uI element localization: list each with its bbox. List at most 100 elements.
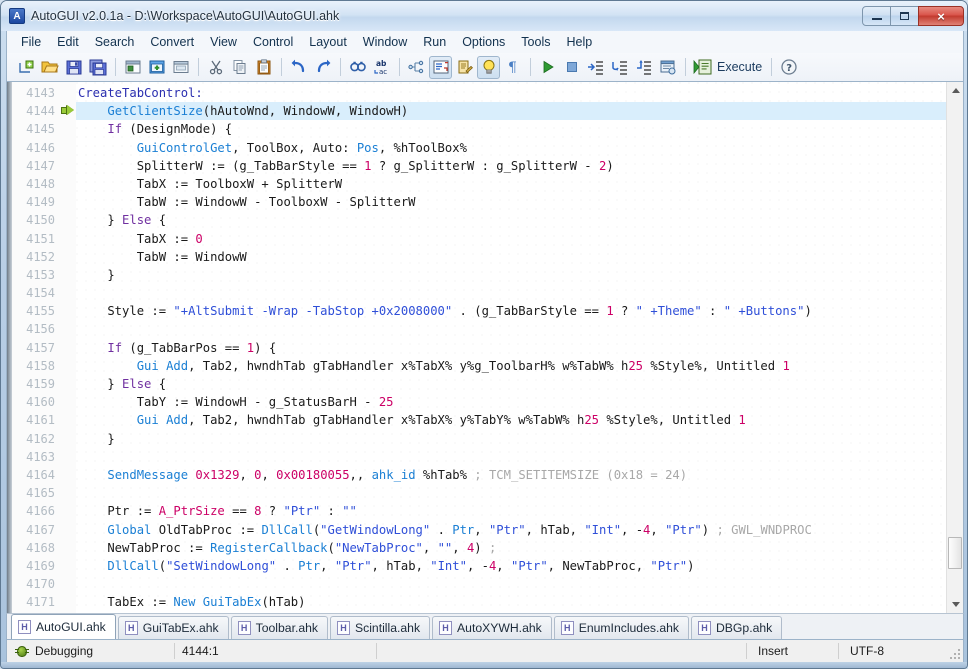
menu-item-view[interactable]: View [202,33,245,52]
marker-slot[interactable] [58,466,76,484]
current-line-marker[interactable] [58,102,76,120]
code-editor[interactable]: 4143414441454146414741484149415041514152… [6,82,964,613]
save-button[interactable] [62,56,85,79]
marker-slot[interactable] [58,175,76,193]
resize-grip[interactable] [948,647,960,659]
marker-slot[interactable] [58,120,76,138]
marker-slot[interactable] [58,557,76,575]
code-line[interactable]: Global OldTabProc := DllCall("GetWindowL… [76,521,963,539]
code-line[interactable]: } Else { [76,211,963,229]
stop-button[interactable] [560,56,583,79]
file-tab[interactable]: HGuiTabEx.ahk [118,616,229,639]
marker-slot[interactable] [58,266,76,284]
code-line[interactable]: SendMessage 0x1329, 0, 0x00180055,, ahk_… [76,466,963,484]
scroll-down-button[interactable] [947,596,964,613]
file-tab[interactable]: HScintilla.ahk [330,616,430,639]
code-text-area[interactable]: CreateTabControl: GetClientSize(hAutoWnd… [76,82,963,613]
menu-item-convert[interactable]: Convert [142,33,202,52]
show-whitespace-button[interactable]: ¶ [501,56,524,79]
marker-slot[interactable] [58,320,76,338]
marker-slot[interactable] [58,539,76,557]
code-line[interactable]: GetClientSize(hAutoWnd, WindowW, WindowH… [76,102,963,120]
code-line[interactable]: } Else { [76,375,963,393]
file-tab[interactable]: HAutoGUI.ahk [11,614,116,639]
step-into-button[interactable] [584,56,607,79]
marker-slot[interactable] [58,411,76,429]
file-tab[interactable]: HAutoXYWH.ahk [432,616,552,639]
run-button[interactable] [536,56,559,79]
close-button[interactable]: × [918,6,964,26]
marker-slot[interactable] [58,211,76,229]
code-line[interactable]: Ptr := A_PtrSize == 8 ? "Ptr" : "" [76,502,963,520]
code-line[interactable]: TabW := WindowW [76,248,963,266]
code-line[interactable]: GuiControlGet, ToolBox, Auto: Pos, %hToo… [76,139,963,157]
file-tab[interactable]: HEnumIncludes.ahk [554,616,689,639]
marker-slot[interactable] [58,393,76,411]
marker-slot[interactable] [58,302,76,320]
new-file-button[interactable] [14,56,37,79]
minimize-button[interactable] [862,6,891,26]
paste-button[interactable] [252,56,275,79]
redo-button[interactable] [311,56,334,79]
marker-slot[interactable] [58,339,76,357]
debug-window-button[interactable] [656,56,679,79]
execute-button[interactable]: Execute [693,57,766,77]
undo-button[interactable] [287,56,310,79]
save-all-button[interactable] [86,56,109,79]
marker-slot[interactable] [58,357,76,375]
step-over-button[interactable] [608,56,631,79]
menu-item-tools[interactable]: Tools [513,33,558,52]
cut-button[interactable] [204,56,227,79]
marker-slot[interactable] [58,248,76,266]
breakpoint-margin[interactable] [58,82,76,613]
menu-item-options[interactable]: Options [454,33,513,52]
code-line[interactable]: TabY := WindowH - g_StatusBarH - 25 [76,393,963,411]
code-line[interactable]: DllCall("SetWindowLong" . Ptr, "Ptr", hT… [76,557,963,575]
code-line[interactable]: Gui Add, Tab2, hwndhTab gTabHandler x%Ta… [76,357,963,375]
code-line[interactable]: TabX := ToolboxW + SplitterW [76,175,963,193]
menu-item-search[interactable]: Search [87,33,143,52]
replace-button[interactable]: ab ac [370,56,393,79]
code-line[interactable]: TabEx := New GuiTabEx(hTab) [76,593,963,611]
hint-bulb-button[interactable] [477,56,500,79]
menu-item-help[interactable]: Help [558,33,600,52]
marker-slot[interactable] [58,502,76,520]
code-line[interactable] [76,284,963,302]
code-line[interactable] [76,484,963,502]
marker-slot[interactable] [58,139,76,157]
step-out-button[interactable] [632,56,655,79]
properties-button[interactable] [429,56,452,79]
menu-item-run[interactable]: Run [415,33,454,52]
code-line[interactable]: TabX := 0 [76,230,963,248]
marker-slot[interactable] [58,484,76,502]
scroll-up-button[interactable] [947,82,964,99]
open-file-button[interactable] [38,56,61,79]
code-line[interactable] [76,575,963,593]
menu-item-edit[interactable]: Edit [49,33,87,52]
marker-slot[interactable] [58,193,76,211]
scrollbar-thumb[interactable] [948,537,962,569]
vertical-scrollbar[interactable] [946,82,963,613]
new-gui-button[interactable] [121,56,144,79]
code-line[interactable]: Style := "+AltSubmit -Wrap -TabStop +0x2… [76,302,963,320]
code-line[interactable]: SplitterW := (g_TabBarStyle == 1 ? g_Spl… [76,157,963,175]
menu-item-file[interactable]: File [13,33,49,52]
marker-slot[interactable] [58,157,76,175]
code-line[interactable]: CreateTabControl: [76,84,963,102]
marker-slot[interactable] [58,521,76,539]
marker-slot[interactable] [58,430,76,448]
marker-slot[interactable] [58,84,76,102]
code-line[interactable]: If (g_TabBarPos == 1) { [76,339,963,357]
code-line[interactable]: NewTabProc := RegisterCallback("NewTabPr… [76,539,963,557]
find-button[interactable] [346,56,369,79]
add-control-button[interactable] [145,56,168,79]
code-line[interactable]: } [76,430,963,448]
code-line[interactable]: If (DesignMode) { [76,120,963,138]
code-line[interactable] [76,448,963,466]
marker-slot[interactable] [58,448,76,466]
code-line[interactable]: TabW := WindowW - ToolboxW - SplitterW [76,193,963,211]
marker-slot[interactable] [58,230,76,248]
menu-item-control[interactable]: Control [245,33,301,52]
code-line[interactable] [76,320,963,338]
help-button[interactable]: ? [777,56,800,79]
